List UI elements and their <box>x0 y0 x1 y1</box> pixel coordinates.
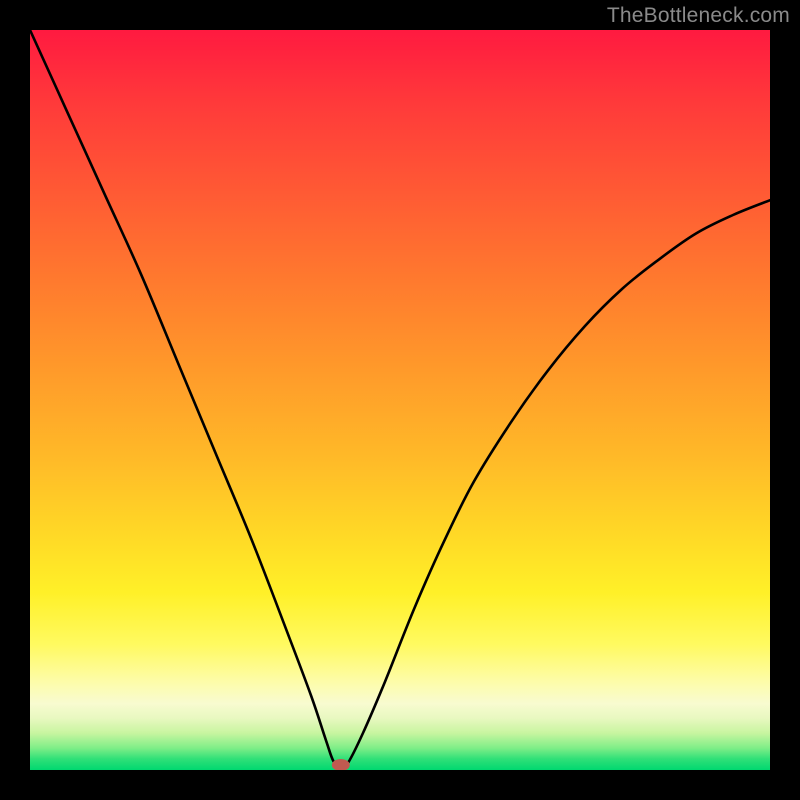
watermark-text: TheBottleneck.com <box>607 4 790 28</box>
curve-svg <box>30 30 770 770</box>
chart-frame: TheBottleneck.com <box>0 0 800 800</box>
plot-area <box>30 30 770 770</box>
bottleneck-curve-path <box>30 30 770 769</box>
